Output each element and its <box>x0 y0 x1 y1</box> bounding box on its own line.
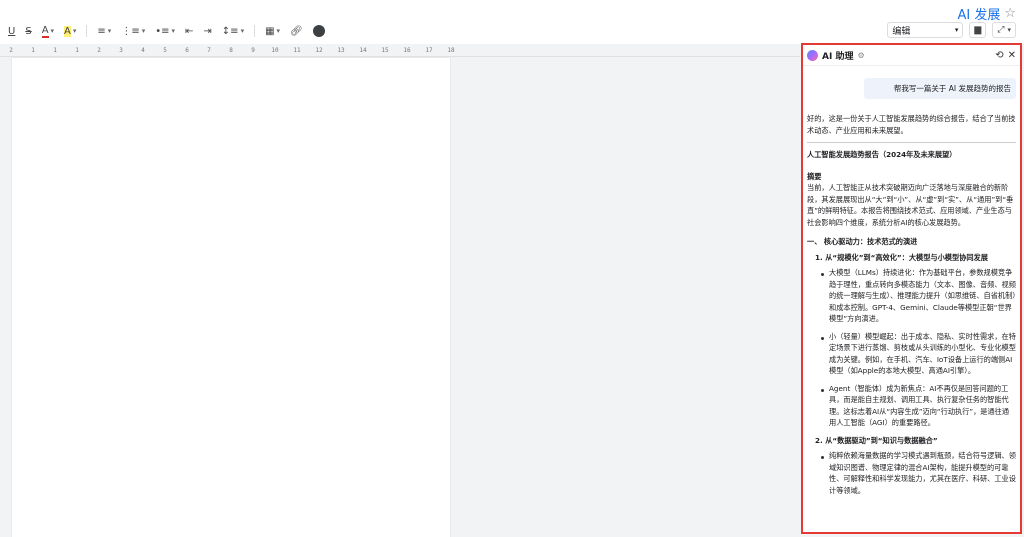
ruler-tick: 14 <box>359 46 367 54</box>
toolbar-divider <box>86 25 88 37</box>
ruler-tick: 13 <box>337 46 345 54</box>
chevron-down-icon: ▾ <box>107 27 112 35</box>
subsection-heading: 1. 从“规模化”到“高效化”：大模型与小模型协同发展 <box>815 252 988 262</box>
ruler-tick: 10 <box>271 46 279 54</box>
bulleted-list-button[interactable]: •≡ ▾ <box>153 26 177 37</box>
abstract-heading: 摘要 <box>807 171 822 181</box>
divider <box>807 142 1016 144</box>
strikethrough-button[interactable]: S <box>23 26 33 37</box>
ruler-tick: 9 <box>251 46 255 54</box>
list-item: 小（轻量）模型崛起：出于成本、隐私、实时性需求，在特定场景下进行蒸馏、剪枝或从头… <box>821 331 1016 377</box>
ai-icon <box>312 25 325 37</box>
doc-title-area: AI 发展 ☆ <box>957 4 1016 23</box>
list-item: Agent（智能体）成为新焦点：AI不再仅是回答问题的工具，而是能自主规划、调用… <box>821 383 1016 429</box>
table-icon: ▦ <box>265 25 275 37</box>
ruler-tick: 6 <box>185 46 189 54</box>
chevron-down-icon: ▾ <box>50 27 55 35</box>
decrease-indent-button[interactable]: ⇤ <box>183 26 195 37</box>
ruler-tick: 18 <box>447 46 455 54</box>
link-icon: 🔗︎ <box>290 25 303 37</box>
user-message: 帮我写一篇关于 AI 发展趋势的报告 <box>864 78 1016 99</box>
chevron-down-icon: ▾ <box>171 27 176 35</box>
chevron-down-icon: ▾ <box>276 27 281 35</box>
highlight-icon: A <box>64 25 71 37</box>
toolbar-divider <box>254 25 256 37</box>
ruler-tick: 7 <box>207 46 211 54</box>
underline-button[interactable]: U <box>6 26 17 37</box>
expand-button[interactable]: ⤢ ▾ <box>992 22 1016 38</box>
mode-select-value: 编辑 <box>892 26 911 37</box>
chevron-down-icon: ▾ <box>240 27 245 35</box>
ruler[interactable]: 2 1 1 1 2 3 4 5 6 7 8 9 10 11 12 13 14 15 16 17 18 <box>0 44 800 57</box>
ruler-tick: 3 <box>119 46 123 54</box>
line-spacing-icon: ↕≡ <box>221 25 239 37</box>
ruler-tick: 1 <box>53 46 57 54</box>
line-spacing-button[interactable]: ↕≡ ▾ <box>220 26 246 37</box>
ai-logo-icon <box>807 49 818 61</box>
top-bar: AI 发展 ☆ U S A ▾ A ▾ ≡ ▾ ⋮≡ ▾ •≡ ▾ ⇤ ⇥ ↕≡ ▾ ▦… <box>0 0 1024 44</box>
doc-title[interactable]: AI 发展 <box>957 4 1000 23</box>
ruler-tick: 11 <box>293 46 301 54</box>
numbered-list-button[interactable]: ⋮≡ ▾ <box>119 26 147 37</box>
ai-assistant-button[interactable] <box>311 25 327 37</box>
settings-icon[interactable]: ⚙ <box>857 51 864 60</box>
chevron-down-icon: ▾ <box>141 27 146 35</box>
chevron-down-icon: ▾ <box>1007 26 1011 34</box>
numbered-list-icon: ⋮≡ <box>121 25 140 37</box>
document-page[interactable] <box>12 58 450 537</box>
ai-assistant-panel: AI 助理 ⚙ ⟲ ✕ 帮我写一篇关于 AI 发展趋势的报告 好的，这是一份关于… <box>801 43 1022 534</box>
ruler-tick: 16 <box>403 46 411 54</box>
ruler-tick: 17 <box>425 46 433 54</box>
increase-indent-button[interactable]: ⇥ <box>201 26 213 37</box>
insert-table-button[interactable]: ▦ ▾ <box>263 26 282 37</box>
history-icon[interactable]: ⟲ <box>995 50 1003 61</box>
ruler-tick: 12 <box>315 46 323 54</box>
star-icon[interactable]: ☆ <box>1004 6 1016 21</box>
ruler-tick: 2 <box>9 46 13 54</box>
ruler-tick: 4 <box>141 46 145 54</box>
subsection-heading: 2. 从“数据驱动”到“知识与数据融合” <box>815 435 938 445</box>
comment-button[interactable]: ▆ <box>969 22 987 38</box>
ruler-tick: 2 <box>97 46 101 54</box>
insert-link-button[interactable]: 🔗︎ <box>288 26 305 37</box>
ruler-tick: 5 <box>163 46 167 54</box>
ruler-tick: 8 <box>229 46 233 54</box>
section-heading: 一、 核心驱动力：技术范式的演进 <box>807 237 918 247</box>
close-icon[interactable]: ✕ <box>1008 50 1016 61</box>
bulleted-list-icon: •≡ <box>155 25 170 37</box>
format-toolbar: U S A ▾ A ▾ ≡ ▾ ⋮≡ ▾ •≡ ▾ ⇤ ⇥ ↕≡ ▾ ▦ ▾ 🔗︎ <box>6 22 327 40</box>
mode-select[interactable]: 编辑 ▾ <box>887 22 964 38</box>
ai-response: 好的，这是一份关于人工智能发展趋势的综合报告，结合了当前技术动态、产业应用和未来… <box>803 113 1020 496</box>
response-intro: 好的，这是一份关于人工智能发展趋势的综合报告，结合了当前技术动态、产业应用和未来… <box>807 114 1016 135</box>
chevron-down-icon: ▾ <box>954 26 959 34</box>
text-color-button[interactable]: A ▾ <box>40 25 56 38</box>
align-left-icon: ≡ <box>97 25 106 37</box>
expand-icon: ⤢ <box>997 25 1005 35</box>
chevron-down-icon: ▾ <box>72 27 77 35</box>
right-tools: 编辑 ▾ ▆ ⤢ ▾ <box>887 22 1016 38</box>
list-item: 大模型（LLMs）持续进化：作为基础平台，参数规模竞争趋于理性，重点转向多模态能… <box>821 267 1016 325</box>
decrease-indent-icon: ⇤ <box>185 25 194 37</box>
ruler-tick: 15 <box>381 46 389 54</box>
align-button[interactable]: ≡ ▾ <box>95 26 113 37</box>
increase-indent-icon: ⇥ <box>203 25 212 37</box>
text-color-icon: A <box>41 24 49 38</box>
abstract-text: 当前，人工智能正从技术突破期迈向广泛落地与深度融合的新阶段，其发展展现出从“大”… <box>807 183 1014 227</box>
highlight-color-button[interactable]: A ▾ <box>62 25 78 37</box>
ruler-tick: 1 <box>31 46 35 54</box>
ai-panel-title: AI 助理 <box>822 51 854 62</box>
report-title: 人工智能发展趋势报告（2024年及未来展望） <box>807 150 957 160</box>
ai-panel-header: AI 助理 ⚙ ⟲ ✕ <box>803 45 1020 66</box>
comment-icon: ▆ <box>974 25 982 35</box>
list-item: 纯粹依赖海量数据的学习模式遇到瓶颈，结合符号逻辑、领域知识图谱、物理定律的混合A… <box>821 450 1016 496</box>
ruler-tick: 1 <box>75 46 79 54</box>
